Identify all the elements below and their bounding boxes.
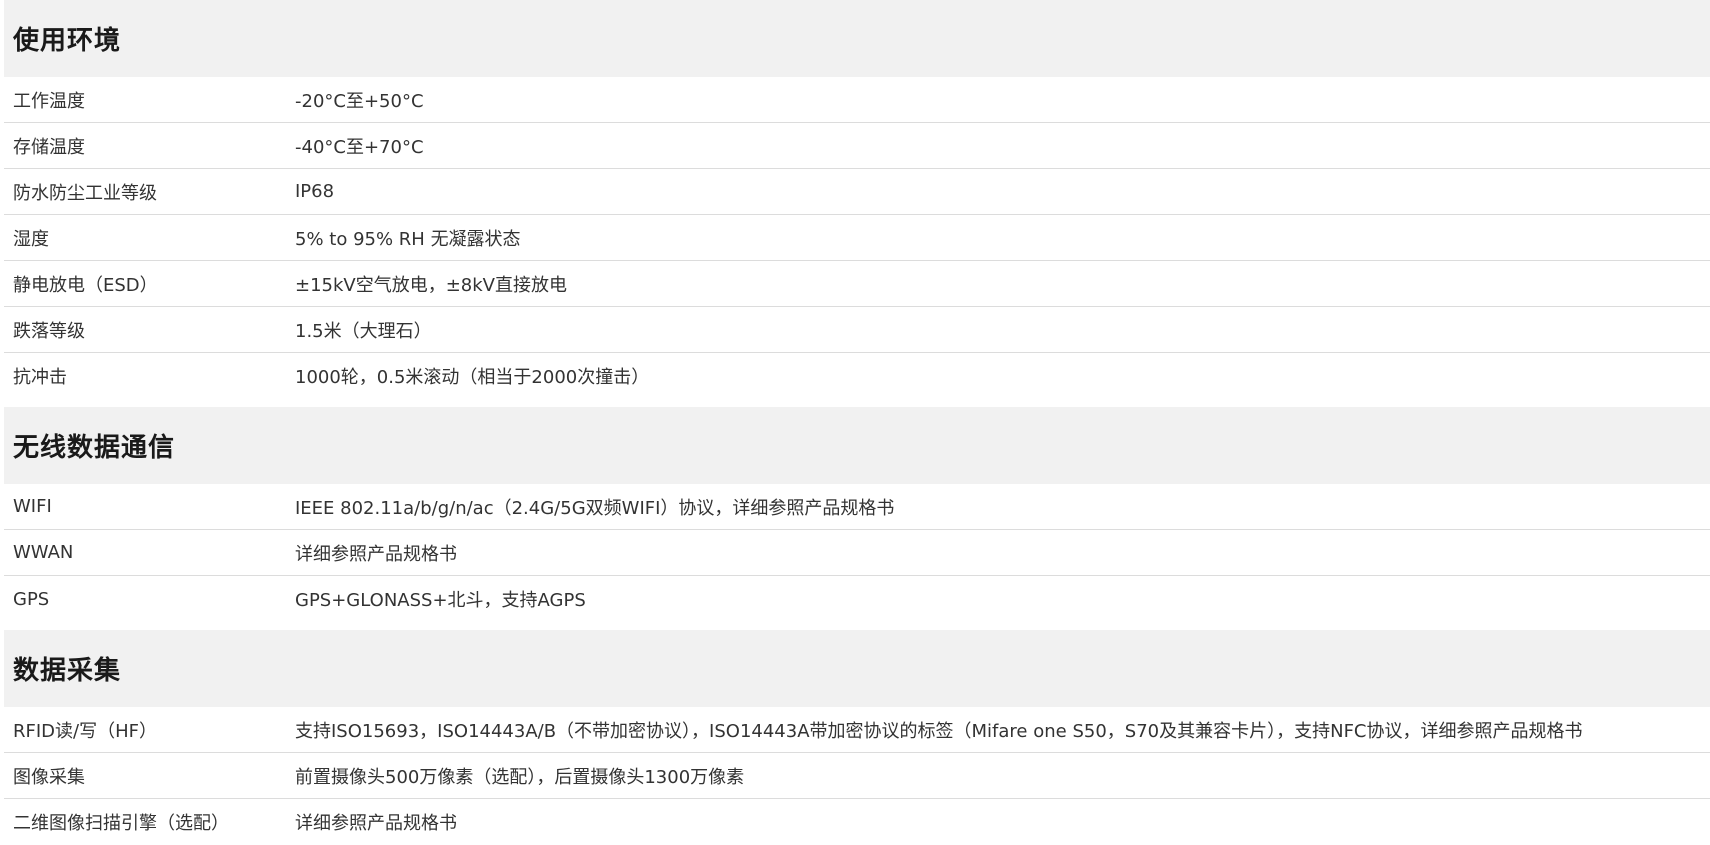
spec-value: 1.5米（大理石） [295, 320, 432, 342]
spec-value: -40°C至+70°C [295, 136, 424, 158]
spec-value: ±15kV空气放电，±8kV直接放电 [295, 274, 567, 296]
spec-table: 使用环境 工作温度 -20°C至+50°C 存储温度 -40°C至+70°C 防… [4, 0, 1710, 845]
spec-row: GPS GPS+GLONASS+北斗，支持AGPS [4, 576, 1710, 622]
spec-label: 静电放电（ESD） [13, 274, 158, 296]
spec-value: 详细参照产品规格书 [295, 543, 457, 565]
spec-row: 防水防尘工业等级 IP68 [4, 169, 1710, 215]
spec-row: WWAN 详细参照产品规格书 [4, 530, 1710, 576]
spec-label: 存储温度 [13, 136, 85, 158]
section-header-wireless: 无线数据通信 [4, 407, 1710, 484]
section-header-data-capture: 数据采集 [4, 630, 1710, 707]
spec-label: 抗冲击 [13, 367, 67, 388]
spec-label: 防水防尘工业等级 [13, 182, 157, 204]
spec-row: WIFI IEEE 802.11a/b/g/n/ac（2.4G/5G双频WIFI… [4, 484, 1710, 530]
spec-row: 静电放电（ESD） ±15kV空气放电，±8kV直接放电 [4, 261, 1710, 307]
spec-row: 存储温度 -40°C至+70°C [4, 123, 1710, 169]
section-header-environment: 使用环境 [4, 0, 1710, 77]
spec-label: WIFI [13, 496, 52, 517]
spec-value: GPS+GLONASS+北斗，支持AGPS [295, 590, 586, 611]
spec-value: 详细参照产品规格书 [295, 813, 457, 834]
spec-label: GPS [13, 588, 50, 610]
spec-row: 湿度 5% to 95% RH 无凝露状态 [4, 215, 1710, 261]
section-title: 使用环境 [13, 26, 122, 56]
spec-value: IEEE 802.11a/b/g/n/ac（2.4G/5G双频WIFI）协议，详… [295, 497, 895, 519]
spec-value: 5% to 95% RH 无凝露状态 [295, 228, 521, 250]
spec-row: 图像采集 前置摄像头500万像素（选配），后置摄像头1300万像素 [4, 753, 1710, 799]
spec-row: 二维图像扫描引擎（选配） 详细参照产品规格书 [4, 799, 1710, 845]
spec-value: -20°C至+50°C [295, 90, 424, 112]
spec-label: RFID读/写（HF） [13, 720, 157, 742]
spec-label: WWAN [13, 542, 74, 563]
section-title: 无线数据通信 [13, 433, 176, 463]
spec-label: 跌落等级 [13, 320, 85, 342]
spec-value: 1000轮，0.5米滚动（相当于2000次撞击） [295, 367, 650, 388]
spec-value: 支持ISO15693，ISO14443A/B（不带加密协议），ISO14443A… [295, 720, 1583, 742]
section-divider [4, 399, 1710, 407]
spec-label: 湿度 [13, 228, 49, 250]
spec-label: 二维图像扫描引擎（选配） [13, 813, 229, 834]
section-title: 数据采集 [13, 656, 122, 686]
spec-row: 工作温度 -20°C至+50°C [4, 77, 1710, 123]
section-divider [4, 622, 1710, 630]
spec-row: RFID读/写（HF） 支持ISO15693，ISO14443A/B（不带加密协… [4, 707, 1710, 753]
spec-row: 跌落等级 1.5米（大理石） [4, 307, 1710, 353]
spec-value: 前置摄像头500万像素（选配），后置摄像头1300万像素 [295, 766, 745, 788]
spec-label: 工作温度 [13, 90, 85, 112]
spec-row: 抗冲击 1000轮，0.5米滚动（相当于2000次撞击） [4, 353, 1710, 399]
spec-value: IP68 [295, 181, 335, 202]
spec-label: 图像采集 [13, 766, 85, 788]
